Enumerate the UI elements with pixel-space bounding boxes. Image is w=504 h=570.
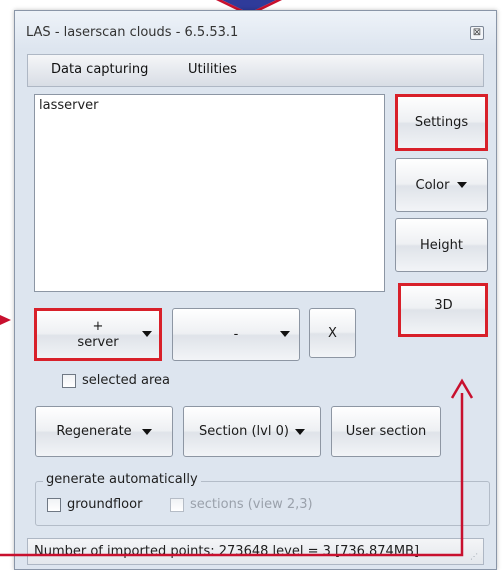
chevron-down-icon <box>294 428 305 435</box>
clear-button[interactable]: X <box>309 308 356 358</box>
title-bar: LAS - laserscan clouds - 6.5.53.1 ⊠ <box>15 11 496 49</box>
selected-area-label: selected area <box>82 373 170 388</box>
menu-utilities[interactable]: Utilities <box>188 62 237 77</box>
chevron-down-icon <box>280 331 290 337</box>
user-section-button[interactable]: User section <box>331 406 441 457</box>
clear-label: X <box>328 325 337 341</box>
selected-area-checkbox[interactable] <box>62 374 76 388</box>
menu-data-capturing[interactable]: Data capturing <box>51 62 148 77</box>
resize-grip-icon[interactable]: ⋰ <box>470 552 480 562</box>
section-label: Section (lvl 0) <box>199 424 289 439</box>
server-list[interactable]: lasserver <box>34 94 385 292</box>
left-arrow-annotation <box>0 315 11 325</box>
sections-label: sections (view 2,3) <box>190 497 313 512</box>
color-label: Color <box>415 177 450 193</box>
status-bar: Number of imported points: 273648 level … <box>27 538 484 565</box>
height-label: Height <box>420 237 463 253</box>
menu-bar: Data capturing Utilities <box>27 54 484 87</box>
user-section-label: User section <box>345 424 427 439</box>
color-button[interactable]: Color <box>395 158 488 212</box>
chevron-down-icon <box>141 428 152 435</box>
sections-checkbox[interactable] <box>170 498 184 512</box>
regenerate-label: Regenerate <box>56 424 132 439</box>
close-icon[interactable]: ⊠ <box>470 26 484 40</box>
remove-server-button[interactable]: - <box>172 308 300 361</box>
section-button[interactable]: Section (lvl 0) <box>183 406 321 457</box>
las-window: LAS - laserscan clouds - 6.5.53.1 ⊠ Data… <box>14 10 497 570</box>
regenerate-button[interactable]: Regenerate <box>35 406 173 457</box>
groundfloor-checkbox[interactable] <box>47 498 61 512</box>
height-button[interactable]: Height <box>395 218 488 272</box>
window-title: LAS - laserscan clouds - 6.5.53.1 <box>26 25 239 40</box>
chevron-down-icon <box>457 182 468 188</box>
settings-highlight <box>395 94 488 151</box>
remove-server-label: - <box>233 327 239 342</box>
groundfloor-label: groundfloor <box>67 497 143 512</box>
list-item[interactable]: lasserver <box>39 98 99 113</box>
add-server-highlight <box>34 308 162 361</box>
generate-group-label: generate automatically <box>43 472 201 487</box>
3d-highlight <box>398 283 488 337</box>
status-text: Number of imported points: 273648 level … <box>34 544 420 559</box>
